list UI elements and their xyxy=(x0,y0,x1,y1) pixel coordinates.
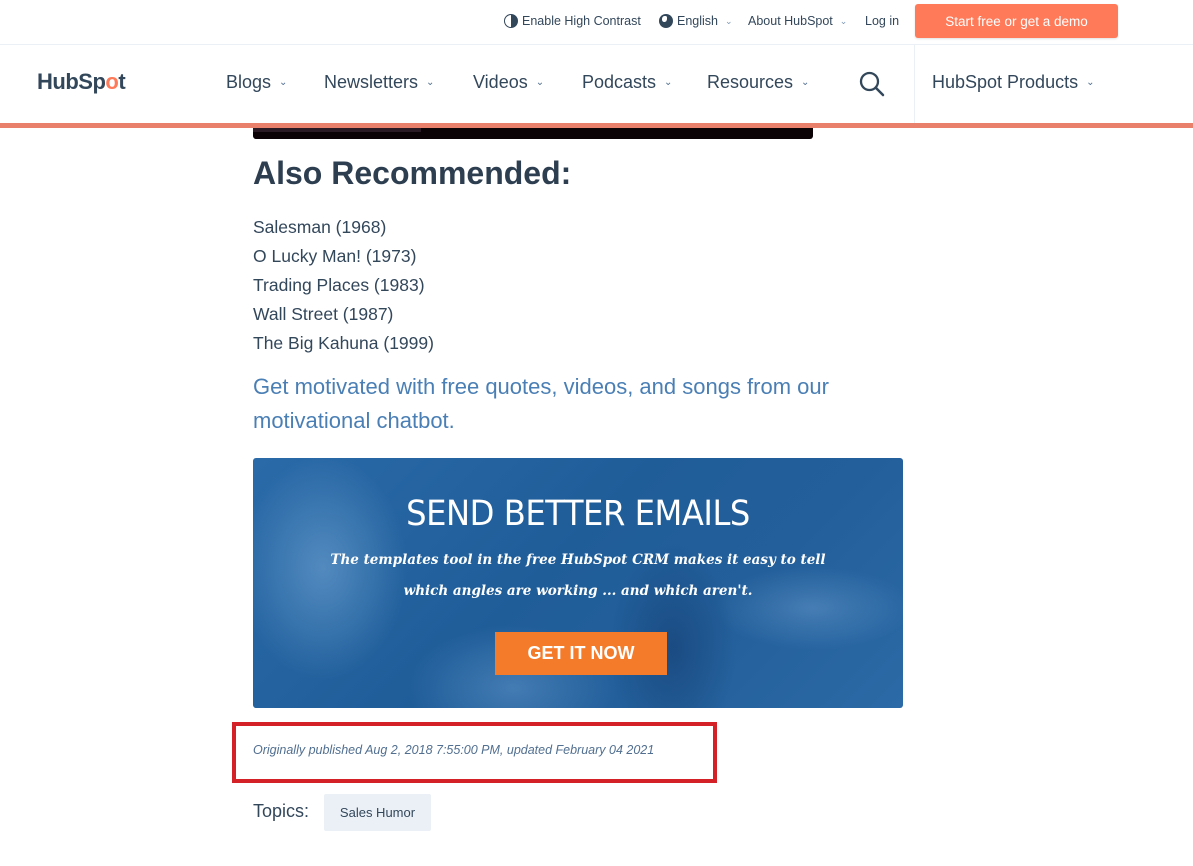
chevron-down-icon: ⌄ xyxy=(801,77,810,88)
language-selector[interactable]: English ⌄ xyxy=(659,14,733,28)
nav-item-videos[interactable]: Videos ⌄ xyxy=(473,72,544,93)
nav-label: Blogs xyxy=(226,72,272,92)
high-contrast-toggle[interactable]: Enable High Contrast xyxy=(504,14,641,28)
chevron-down-icon: ⌄ xyxy=(1086,77,1095,88)
logo-text: HubSp xyxy=(37,69,106,94)
chevron-down-icon: ⌄ xyxy=(664,77,673,88)
list-item: O Lucky Man! (1973) xyxy=(253,246,417,266)
login-link[interactable]: Log in xyxy=(865,14,899,28)
banner-subtitle-line: The templates tool in the free HubSpot C… xyxy=(330,552,826,568)
video-player-bottom[interactable] xyxy=(253,128,813,139)
topic-tag[interactable]: Sales Humor xyxy=(324,794,431,831)
nav-item-newsletters[interactable]: Newsletters ⌄ xyxy=(324,72,434,93)
chevron-down-icon: ⌄ xyxy=(535,77,545,88)
hubspot-logo[interactable]: HubSp o t xyxy=(37,69,126,95)
list-item: Trading Places (1983) xyxy=(253,275,425,295)
nav-item-blogs[interactable]: Blogs ⌄ xyxy=(226,72,287,93)
nav-label: Newsletters xyxy=(324,72,419,92)
sprocket-icon: o xyxy=(105,69,119,94)
banner-subtitle-line: which angles are working ... and which a… xyxy=(403,583,753,599)
list-item: Wall Street (1987) xyxy=(253,304,394,324)
start-free-button[interactable]: Start free or get a demo xyxy=(915,4,1118,38)
chevron-down-icon: ⌄ xyxy=(279,77,288,88)
login-label: Log in xyxy=(865,14,900,28)
nav-label: Videos xyxy=(473,72,528,92)
utility-bar: Enable High Contrast English ⌄ About Hub… xyxy=(0,0,1193,45)
about-hubspot-menu[interactable]: About HubSpot ⌄ xyxy=(748,14,847,28)
chevron-down-icon: ⌄ xyxy=(839,15,848,26)
about-label: About HubSpot xyxy=(748,14,833,28)
list-item: Salesman (1968) xyxy=(253,217,387,237)
publish-date: Originally published Aug 2, 2018 7:55:00… xyxy=(253,743,655,757)
logo-text-end: t xyxy=(118,69,126,94)
email-templates-banner[interactable]: SEND BETTER EMAILS The templates tool in… xyxy=(253,458,903,708)
main-nav: HubSp o t Blogs ⌄ Newsletters ⌄ Videos ⌄ P… xyxy=(0,45,1193,123)
language-label: English xyxy=(677,14,718,28)
get-it-now-button[interactable]: GET IT NOW xyxy=(495,632,667,675)
chevron-down-icon: ⌄ xyxy=(725,15,733,26)
banner-title: SEND BETTER EMAILS xyxy=(406,494,750,534)
hubspot-products-menu[interactable]: HubSpot Products ⌄ xyxy=(932,72,1094,93)
video-progress-bar[interactable] xyxy=(253,128,421,132)
list-item: The Big Kahuna (1999) xyxy=(253,333,434,353)
nav-divider xyxy=(914,45,915,123)
chevron-down-icon: ⌄ xyxy=(426,77,435,88)
topics-label: Topics: xyxy=(253,801,310,821)
globe-icon xyxy=(659,14,673,28)
nav-label: HubSpot Products xyxy=(932,72,1079,92)
chatbot-link[interactable]: Get motivated with free quotes, videos, … xyxy=(253,370,893,438)
section-heading: Also Recommended: xyxy=(253,155,572,191)
high-contrast-label: Enable High Contrast xyxy=(522,14,641,28)
nav-label: Resources xyxy=(707,72,794,92)
nav-label: Podcasts xyxy=(582,72,657,92)
search-icon[interactable] xyxy=(858,70,886,98)
recommended-list: Salesman (1968) O Lucky Man! (1973) Trad… xyxy=(253,215,434,360)
contrast-icon xyxy=(504,14,518,28)
nav-item-resources[interactable]: Resources ⌄ xyxy=(707,72,809,93)
banner-subtitle: The templates tool in the free HubSpot C… xyxy=(253,545,903,607)
nav-item-podcasts[interactable]: Podcasts ⌄ xyxy=(582,72,672,93)
